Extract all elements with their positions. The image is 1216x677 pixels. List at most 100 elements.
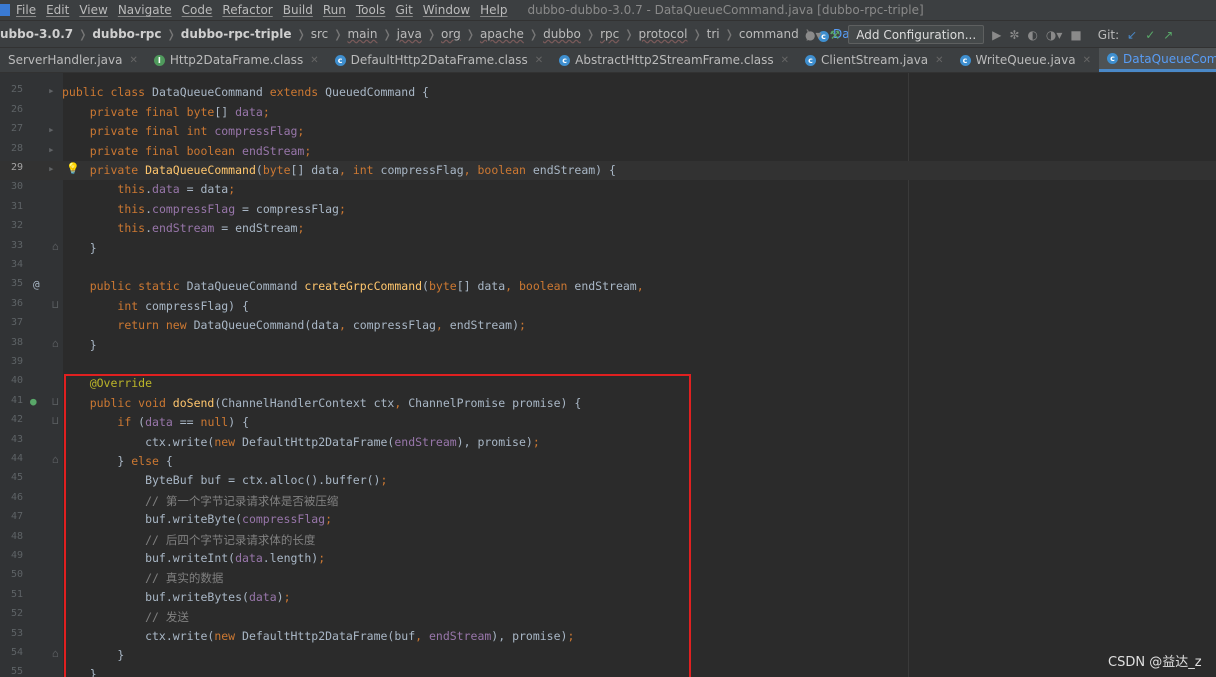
menu-item-help[interactable]: Help bbox=[480, 3, 507, 17]
breadcrumb-item[interactable]: java bbox=[397, 27, 422, 41]
close-icon[interactable]: ✕ bbox=[781, 55, 789, 66]
stop-icon[interactable]: ■ bbox=[1070, 28, 1081, 42]
gutter-icon[interactable]: ⊔ bbox=[52, 395, 59, 408]
code-line[interactable]: 50 // 真实的数据 bbox=[0, 568, 1216, 587]
breadcrumb-item[interactable]: src bbox=[311, 27, 329, 41]
gutter-icon[interactable]: ⌂ bbox=[52, 337, 59, 350]
close-icon[interactable]: ✕ bbox=[129, 55, 137, 66]
menu-item-git[interactable]: Git bbox=[395, 3, 412, 17]
breadcrumb-item[interactable]: ubbo-3.0.7 bbox=[0, 27, 73, 41]
code-line[interactable]: 35 @ public static DataQueueCommand creat… bbox=[0, 277, 1216, 296]
tab-clientstream-java[interactable]: c ClientStream.java ✕ bbox=[797, 48, 952, 72]
tab-http2dataframe-class[interactable]: I Http2DataFrame.class ✕ bbox=[146, 48, 327, 72]
breadcrumb-item[interactable]: dubbo-rpc-triple bbox=[181, 27, 292, 41]
close-icon[interactable]: ✕ bbox=[935, 55, 943, 66]
code-line[interactable]: 36 ⊔ int compressFlag) { bbox=[0, 297, 1216, 316]
breadcrumb-item[interactable]: command bbox=[739, 27, 799, 41]
code-line[interactable]: 32 this.endStream = endStream; bbox=[0, 219, 1216, 238]
code-line[interactable]: 49 buf.writeInt(data.length); bbox=[0, 549, 1216, 568]
breadcrumb-item[interactable]: tri bbox=[707, 27, 720, 41]
tab-abstracthttp2streamframe-class[interactable]: c AbstractHttp2StreamFrame.class ✕ bbox=[551, 48, 797, 72]
profile-icon[interactable]: ◑▾ bbox=[1046, 28, 1063, 42]
menu-item-file[interactable]: File bbox=[16, 3, 36, 17]
gutter-icon[interactable]: ⌂ bbox=[52, 647, 59, 660]
gutter-icon[interactable]: ⊔ bbox=[52, 414, 59, 427]
code-line[interactable]: 52 // 发送 bbox=[0, 607, 1216, 626]
breadcrumb-item[interactable]: protocol bbox=[638, 27, 687, 41]
tab-defaulthttp2dataframe-class[interactable]: c DefaultHttp2DataFrame.class ✕ bbox=[327, 48, 552, 72]
build-hammer-icon[interactable]: ⚒ bbox=[830, 28, 841, 42]
git-push-icon[interactable]: ↗ bbox=[1163, 28, 1173, 42]
menu-item-navigate[interactable]: Navigate bbox=[118, 3, 172, 17]
menu-item-view[interactable]: View bbox=[79, 3, 107, 17]
code-line[interactable]: 28 ▸ private final boolean endStream; bbox=[0, 142, 1216, 161]
tab-dataqueuecommand-java[interactable]: cDataQueueCommand.java✕ bbox=[1099, 48, 1216, 72]
fold-marker-icon[interactable]: ▸ bbox=[48, 123, 55, 136]
code-line[interactable]: 34 bbox=[0, 258, 1216, 277]
breadcrumb-item[interactable]: main bbox=[347, 27, 377, 41]
code-line[interactable]: 27 ▸ private final int compressFlag; bbox=[0, 122, 1216, 141]
gutter-icon[interactable]: ● bbox=[30, 395, 37, 408]
gutter-icon[interactable]: ⌂ bbox=[52, 453, 59, 466]
code-line[interactable]: 47 buf.writeByte(compressFlag; bbox=[0, 510, 1216, 529]
menu-item-run[interactable]: Run bbox=[323, 3, 346, 17]
user-icon[interactable]: ●▾ bbox=[805, 28, 822, 42]
close-icon[interactable]: ✕ bbox=[535, 55, 543, 66]
gutter-icon[interactable]: ⌂ bbox=[52, 240, 59, 253]
git-update-icon[interactable]: ↙ bbox=[1127, 28, 1137, 42]
debug-icon[interactable]: ✼ bbox=[1009, 28, 1019, 42]
breadcrumb-item[interactable]: rpc bbox=[600, 27, 619, 41]
fold-marker-icon[interactable]: ▸ bbox=[48, 84, 55, 97]
code-line[interactable]: 25 ▸ public class DataQueueCommand extends… bbox=[0, 83, 1216, 102]
git-commit-icon[interactable]: ✓ bbox=[1145, 28, 1155, 42]
fold-marker-icon[interactable]: ▸ bbox=[48, 143, 55, 156]
code-line[interactable]: 46 // 第一个字节记录请求体是否被压缩 bbox=[0, 491, 1216, 510]
code-line[interactable]: 33 ⌂ } bbox=[0, 239, 1216, 258]
code-line[interactable]: 38 ⌂ } bbox=[0, 336, 1216, 355]
menu-item-edit[interactable]: Edit bbox=[46, 3, 69, 17]
close-icon[interactable]: ✕ bbox=[310, 55, 318, 66]
menu-item-tools[interactable]: Tools bbox=[356, 3, 386, 17]
code-editor[interactable]: 24 25 ▸ public class DataQueueCommand exten… bbox=[0, 73, 1216, 677]
code-token: , bbox=[394, 395, 409, 410]
code-line[interactable]: 29 ▸ 💡 private DataQueueCommand(byte[] dat… bbox=[0, 161, 1216, 181]
breadcrumb-item[interactable]: dubbo-rpc bbox=[92, 27, 161, 41]
run-icon[interactable]: ▶ bbox=[992, 28, 1001, 42]
tab-serverhandler-java[interactable]: ServerHandler.java ✕ bbox=[0, 48, 146, 72]
code-line[interactable]: 42 ⊔ if (data == null) { bbox=[0, 413, 1216, 432]
gutter-icon[interactable]: ⊔ bbox=[52, 298, 59, 311]
menu-item-window[interactable]: Window bbox=[423, 3, 470, 17]
code-text: ctx.write(new DefaultHttp2DataFrame(buf,… bbox=[62, 629, 574, 643]
code-line[interactable]: 39 bbox=[0, 355, 1216, 374]
code-line[interactable]: 41 ● ⊔ public void doSend(ChannelHandlerCo… bbox=[0, 394, 1216, 413]
code-line[interactable]: 37 return new DataQueueCommand(data, com… bbox=[0, 316, 1216, 335]
code-line[interactable]: 55 } bbox=[0, 665, 1216, 677]
override-marker-icon[interactable]: @ bbox=[33, 278, 40, 291]
code-line[interactable]: 43 ctx.write(new DefaultHttp2DataFrame(e… bbox=[0, 433, 1216, 452]
code-line[interactable]: 40 @Override bbox=[0, 374, 1216, 393]
code-line[interactable]: 24 bbox=[0, 73, 1216, 83]
menu-item-code[interactable]: Code bbox=[182, 3, 213, 17]
menu-item-refactor[interactable]: Refactor bbox=[222, 3, 272, 17]
code-line[interactable]: 31 this.compressFlag = compressFlag; bbox=[0, 200, 1216, 219]
menu-item-build[interactable]: Build bbox=[283, 3, 313, 17]
code-token: data bbox=[152, 182, 180, 197]
breadcrumb-item[interactable]: org bbox=[441, 27, 461, 41]
code-token: new bbox=[214, 628, 243, 643]
coverage-icon[interactable]: ◐ bbox=[1027, 28, 1037, 42]
code-line[interactable]: 45 ByteBuf buf = ctx.alloc().buffer(); bbox=[0, 471, 1216, 490]
code-line[interactable]: 26 private final byte[] data; bbox=[0, 103, 1216, 122]
tab-writequeue-java[interactable]: c WriteQueue.java ✕ bbox=[952, 48, 1099, 72]
code-line[interactable]: 30 this.data = data; bbox=[0, 180, 1216, 199]
code-line[interactable]: 53 ctx.write(new DefaultHttp2DataFrame(b… bbox=[0, 627, 1216, 646]
code-line[interactable]: 48 // 后四个字节记录请求体的长度 bbox=[0, 530, 1216, 549]
code-line[interactable]: 44 ⌂ } else { bbox=[0, 452, 1216, 471]
breadcrumb-item[interactable]: dubbo bbox=[543, 27, 581, 41]
close-icon[interactable]: ✕ bbox=[1083, 55, 1091, 66]
fold-marker-icon[interactable]: ▸ bbox=[48, 162, 55, 175]
code-text: // 真实的数据 bbox=[62, 570, 223, 586]
code-line[interactable]: 51 buf.writeBytes(data); bbox=[0, 588, 1216, 607]
add-configuration-button[interactable]: Add Configuration... bbox=[848, 25, 985, 44]
code-line[interactable]: 54 ⌂ } bbox=[0, 646, 1216, 665]
breadcrumb-item[interactable]: apache bbox=[480, 27, 524, 41]
